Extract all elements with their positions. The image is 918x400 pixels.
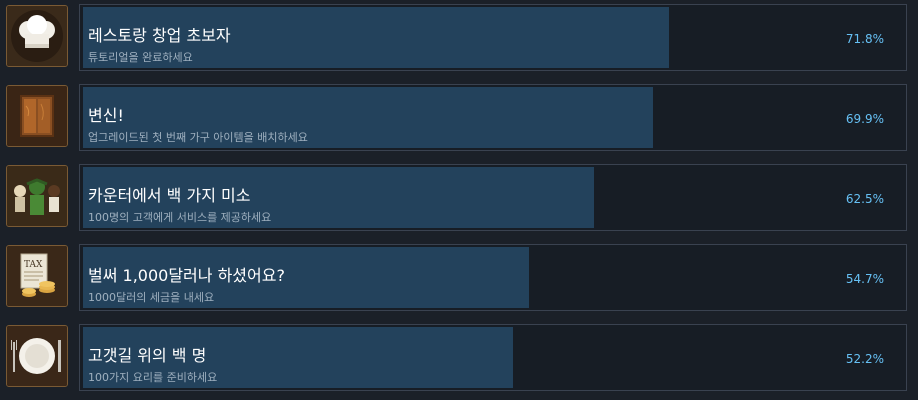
- plate-cutlery-icon: [6, 325, 68, 387]
- achievement-panel: 카운터에서 백 가지 미소 100명의 고객에게 서비스를 제공하세요 62.5…: [79, 164, 907, 231]
- chef-hat-icon: [6, 5, 68, 67]
- achievement-row[interactable]: 카운터에서 백 가지 미소 100명의 고객에게 서비스를 제공하세요 62.5…: [0, 160, 918, 238]
- svg-text:TAX: TAX: [24, 260, 43, 270]
- achievement-row[interactable]: 레스토랑 창업 초보자 튜토리얼을 완료하세요 71.8%: [0, 0, 918, 78]
- achievement-description: 100명의 고객에게 서비스를 제공하세요: [88, 211, 272, 224]
- unlock-percent: 52.2%: [845, 352, 884, 366]
- achievement-title: 레스토랑 창업 초보자: [88, 26, 231, 45]
- achievement-panel: 고갯길 위의 백 명 100가지 요리를 준비하세요 52.2%: [79, 324, 907, 391]
- unlock-percent: 54.7%: [845, 272, 884, 286]
- achievement-description: 튜토리얼을 완료하세요: [88, 51, 193, 64]
- achievement-description: 업그레이드된 첫 번째 가구 아이템을 배치하세요: [88, 131, 308, 144]
- unlock-percent: 71.8%: [845, 32, 884, 46]
- unlock-percent: 62.5%: [845, 192, 884, 206]
- achievement-row[interactable]: 변신! 업그레이드된 첫 번째 가구 아이템을 배치하세요 69.9%: [0, 80, 918, 158]
- achievement-title: 고갯길 위의 백 명: [88, 346, 207, 365]
- customers-icon: [6, 165, 68, 227]
- achievement-panel: 벌써 1,000달러나 하셨어요? 1000달러의 세금을 내세요 54.7%: [79, 244, 907, 311]
- tax-coins-icon: TAX: [6, 245, 68, 307]
- achievement-row[interactable]: TAX 벌써 1,000달러나 하셨어요? 1000달러의 세금을 내세요 54…: [0, 240, 918, 318]
- achievement-title: 변신!: [88, 106, 124, 125]
- achievement-panel: 변신! 업그레이드된 첫 번째 가구 아이템을 배치하세요 69.9%: [79, 84, 907, 151]
- achievement-description: 1000달러의 세금을 내세요: [88, 291, 215, 304]
- achievement-description: 100가지 요리를 준비하세요: [88, 371, 218, 384]
- achievement-title: 벌써 1,000달러나 하셨어요?: [88, 266, 285, 285]
- achievement-panel: 레스토랑 창업 초보자 튜토리얼을 완료하세요 71.8%: [79, 4, 907, 71]
- achievement-title: 카운터에서 백 가지 미소: [88, 186, 251, 205]
- wooden-cabinet-icon: [6, 85, 68, 147]
- unlock-percent: 69.9%: [845, 112, 884, 126]
- achievement-row[interactable]: 고갯길 위의 백 명 100가지 요리를 준비하세요 52.2%: [0, 320, 918, 398]
